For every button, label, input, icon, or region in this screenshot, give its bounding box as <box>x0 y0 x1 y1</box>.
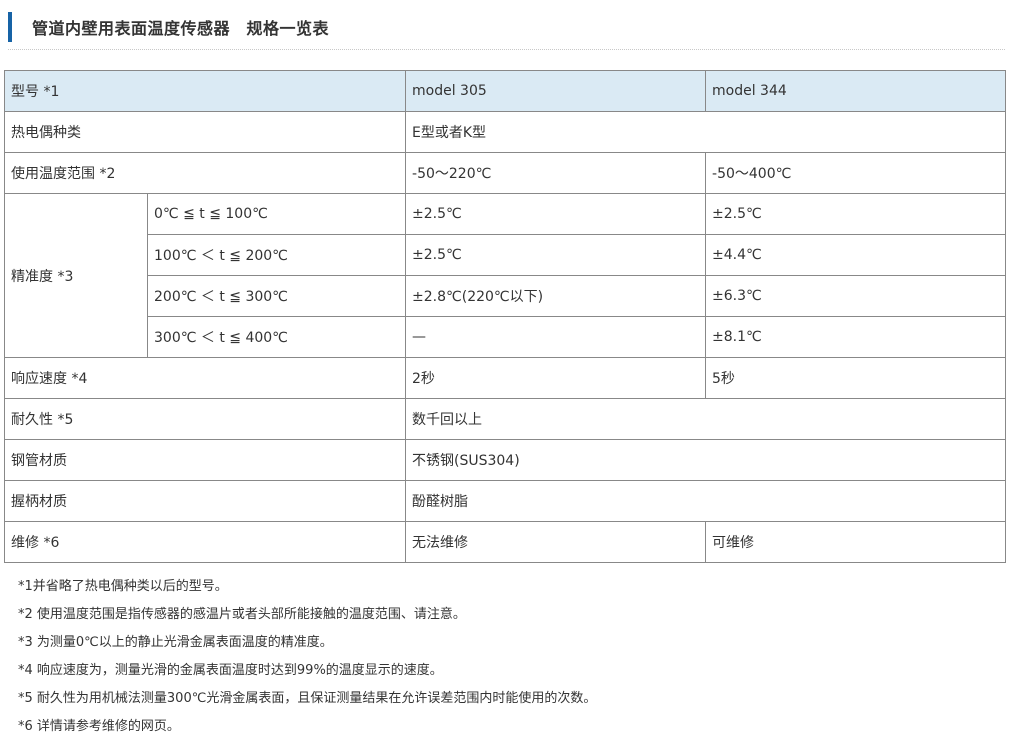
table-row-thermocouple: 热电偶种类 E型或者K型 <box>3 111 1007 153</box>
table-row-model: 型号 *1 model 305 model 344 <box>3 70 1007 112</box>
section-heading: 管道内壁用表面温度传感器 规格一览表 <box>8 12 329 42</box>
model-344-header: model 344 <box>705 70 1007 112</box>
response-344: 5秒 <box>705 357 1007 399</box>
pipe-material-label: 钢管材质 <box>3 439 407 481</box>
footnote: *3 为测量0℃以上的静止光滑金属表面温度的精准度。 <box>18 635 333 650</box>
table-row-response: 响应速度 *4 2秒 5秒 <box>3 357 1007 399</box>
handle-material-label: 握柄材质 <box>3 480 407 522</box>
accuracy-range: 200℃ ＜ t ≦ 300℃ <box>146 275 407 317</box>
table-row-accuracy: 300℃ ＜ t ≦ 400℃ — ±8.1℃ <box>5 316 1007 358</box>
thermocouple-value: E型或者K型 <box>405 111 1007 153</box>
pipe-material-value: 不锈钢(SUS304) <box>405 439 1007 481</box>
footnote: *6 详情请参考维修的网页。 <box>18 719 180 734</box>
accuracy-344: ±2.5℃ <box>705 193 1007 235</box>
page-title: 管道内壁用表面温度传感器 规格一览表 <box>32 19 330 38</box>
accuracy-range: 300℃ ＜ t ≦ 400℃ <box>146 316 407 358</box>
model-label: 型号 *1 <box>3 70 407 112</box>
handle-material-value: 酚醛树脂 <box>405 480 1007 522</box>
durability-value: 数千回以上 <box>405 398 1007 440</box>
table-row-repair: 维修 *6 无法维修 可维修 <box>3 521 1007 563</box>
table-row-accuracy: 100℃ ＜ t ≦ 200℃ ±2.5℃ ±4.4℃ <box>5 234 1007 276</box>
accuracy-range: 0℃ ≦ t ≦ 100℃ <box>146 193 407 235</box>
temp-range-344: -50～400℃ <box>705 152 1007 194</box>
accuracy-label: 精准度 *3 <box>4 193 148 358</box>
footnote: *5 耐久性为用机械法测量300℃光滑金属表面，且保证测量结果在允许误差范围内时… <box>18 691 597 706</box>
accuracy-344: ±8.1℃ <box>705 316 1007 358</box>
repair-label: 维修 *6 <box>3 521 407 563</box>
table-row-accuracy: 精准度 *3 0℃ ≦ t ≦ 100℃ ±2.5℃ ±2.5℃ <box>4 193 1007 358</box>
accuracy-305: ±2.5℃ <box>405 234 707 276</box>
response-label: 响应速度 *4 <box>3 357 407 399</box>
temp-range-label: 使用温度范围 *2 <box>3 152 407 194</box>
footnote: *1并省略了热电偶种类以后的型号。 <box>18 579 228 594</box>
repair-344: 可维修 <box>705 521 1007 563</box>
footnotes: *1并省略了热电偶种类以后的型号。 *2 使用温度范围是指传感器的感温片或者头部… <box>18 573 596 741</box>
table-row-accuracy: 200℃ ＜ t ≦ 300℃ ±2.8℃(220℃以下) ±6.3℃ <box>5 275 1007 317</box>
durability-label: 耐久性 *5 <box>3 398 407 440</box>
accuracy-344: ±4.4℃ <box>705 234 1007 276</box>
accuracy-344: ±6.3℃ <box>705 275 1007 317</box>
accuracy-305: ±2.5℃ <box>405 193 707 235</box>
model-305-header: model 305 <box>405 70 707 112</box>
accuracy-305: ±2.8℃(220℃以下) <box>405 275 707 317</box>
footnote: *4 响应速度为，测量光滑的金属表面温度时达到99%的温度显示的速度。 <box>18 663 443 678</box>
footnote: *2 使用温度范围是指传感器的感温片或者头部所能接触的温度范围、请注意。 <box>18 607 466 622</box>
temp-range-305: -50～220℃ <box>405 152 707 194</box>
table-row-pipe-material: 钢管材质 不锈钢(SUS304) <box>3 439 1007 481</box>
table-row-handle-material: 握柄材质 酚醛树脂 <box>3 480 1007 522</box>
heading-accent-bar <box>8 12 12 42</box>
response-305: 2秒 <box>405 357 707 399</box>
table-row-durability: 耐久性 *5 数千回以上 <box>3 398 1007 440</box>
table-row-temp-range: 使用温度范围 *2 -50～220℃ -50～400℃ <box>3 152 1007 194</box>
accuracy-range: 100℃ ＜ t ≦ 200℃ <box>146 234 407 276</box>
dotted-divider <box>8 49 1005 50</box>
spec-table: 型号 *1 model 305 model 344 热电偶种类 E型或者K型 使… <box>3 70 1007 563</box>
repair-305: 无法维修 <box>405 521 707 563</box>
accuracy-305: — <box>405 316 707 358</box>
thermocouple-label: 热电偶种类 <box>3 111 407 153</box>
